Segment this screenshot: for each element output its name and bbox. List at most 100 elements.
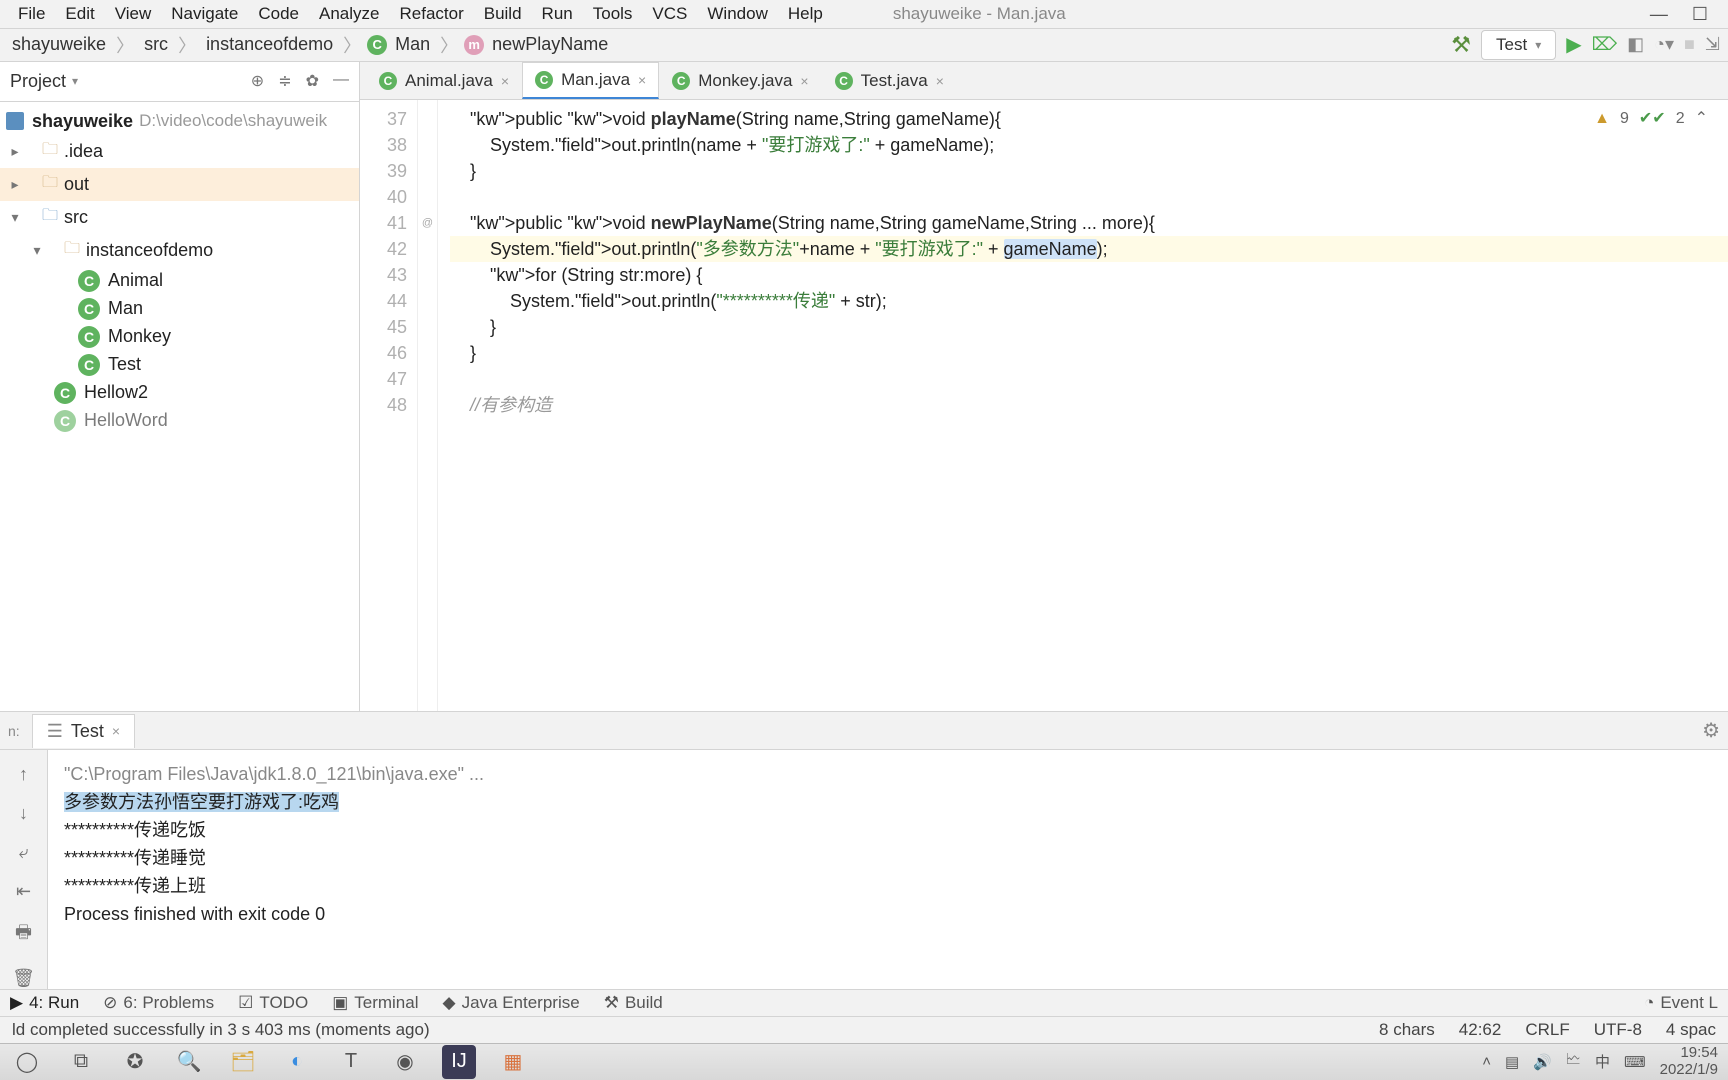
tab-todo[interactable]: ☑ TODO (238, 993, 308, 1013)
status-indent[interactable]: 4 spac (1666, 1020, 1716, 1040)
tab-event-log[interactable]: ◔ Event L (1644, 993, 1718, 1013)
tab-build[interactable]: ⚒ Build (604, 993, 663, 1013)
menu-edit[interactable]: Edit (55, 0, 104, 28)
tab-run[interactable]: ▶ 4: Run (10, 993, 79, 1013)
tab-animal[interactable]: CAnimal.java× (366, 63, 522, 99)
breadcrumb[interactable]: shayuweike〉 src〉 instanceofdemo〉 C Man〉 … (8, 32, 612, 58)
menu-file[interactable]: File (8, 0, 55, 28)
taskview-icon[interactable]: ⧉ (64, 1045, 98, 1079)
status-encoding[interactable]: UTF-8 (1594, 1020, 1642, 1040)
down-icon[interactable]: ↓ (19, 803, 28, 824)
tray-keyboard-icon[interactable]: ⌨ (1624, 1053, 1646, 1071)
tree-out[interactable]: ▸ 🗀 out (0, 168, 359, 201)
settings-icon[interactable]: ✿ (306, 71, 319, 91)
crumb-project[interactable]: shayuweike (8, 34, 110, 55)
menu-refactor[interactable]: Refactor (389, 0, 473, 28)
tree-root[interactable]: shayuweike D:\video\code\shayuweik (0, 108, 359, 135)
crumb-src[interactable]: src (140, 34, 172, 55)
build-icon[interactable]: ⚒ (1451, 32, 1471, 58)
print-icon[interactable]: 🖶 (15, 920, 32, 950)
crumb-method[interactable]: newPlayName (488, 34, 612, 55)
tab-terminal[interactable]: ▣ Terminal (332, 993, 418, 1013)
run-config-dropdown[interactable]: Test (1481, 30, 1556, 60)
up-icon[interactable]: ↑ (19, 764, 28, 785)
tab-problems[interactable]: ⊘ 6: Problems (103, 993, 214, 1013)
tree-man[interactable]: C Man (0, 295, 359, 323)
maximize-icon[interactable]: ☐ (1692, 4, 1708, 25)
close-icon[interactable]: × (936, 73, 944, 89)
tree-monkey[interactable]: C Monkey (0, 323, 359, 351)
locate-icon[interactable]: ⊕ (251, 71, 264, 91)
search-icon[interactable]: 🔍 (172, 1045, 206, 1079)
package-icon: 🗀 (64, 237, 80, 264)
tray-ime[interactable]: 中 (1595, 1051, 1610, 1072)
chevron-down-icon[interactable]: ▾ (72, 74, 78, 88)
tree-hellow2[interactable]: C Hellow2 (0, 379, 359, 407)
tab-test[interactable]: CTest.java× (822, 63, 957, 99)
close-icon[interactable]: × (501, 73, 509, 89)
console-output[interactable]: "C:\Program Files\Java\jdk1.8.0_121\bin\… (48, 750, 1728, 989)
code-content[interactable]: "kw">public "kw">void playName(String na… (438, 100, 1728, 711)
tree-helloword[interactable]: C HelloWord (0, 407, 359, 435)
tray-clock[interactable]: 19:54 2022/1/9 (1660, 1045, 1718, 1078)
start-icon[interactable]: ◯ (10, 1045, 44, 1079)
menu-build[interactable]: Build (474, 0, 532, 28)
status-position[interactable]: 42:62 (1459, 1020, 1502, 1040)
inspection-widget[interactable]: ▲9 ✔✔2 ⌃ (1594, 106, 1708, 132)
wrap-icon[interactable]: ⤶ (18, 842, 28, 863)
hide-icon[interactable]: — (333, 71, 349, 91)
menu-navigate[interactable]: Navigate (161, 0, 248, 28)
minimize-icon[interactable]: — (1650, 4, 1668, 25)
tray-volume-icon[interactable]: 🔊 (1533, 1053, 1552, 1071)
tree-animal[interactable]: C Animal (0, 267, 359, 295)
scroll-icon[interactable]: ⇤ (16, 881, 31, 902)
explorer-icon[interactable]: 🗂 (226, 1045, 260, 1079)
intellij-icon[interactable]: IJ (442, 1045, 476, 1079)
fold-column[interactable]: @ (418, 100, 438, 711)
tree-test[interactable]: C Test (0, 351, 359, 379)
tray-chevron-icon[interactable]: ˄ (1482, 1053, 1491, 1070)
vcs-update-icon[interactable]: ⇲ (1705, 34, 1720, 55)
browser-icon[interactable]: ◐ (280, 1045, 314, 1079)
tab-java-enterprise[interactable]: ◆ Java Enterprise (443, 993, 580, 1013)
stop-button[interactable]: ■ (1684, 34, 1695, 55)
status-eol[interactable]: CRLF (1525, 1020, 1569, 1040)
menu-analyze[interactable]: Analyze (309, 0, 389, 28)
menu-help[interactable]: Help (778, 0, 833, 28)
menu-tools[interactable]: Tools (583, 0, 643, 28)
project-tree[interactable]: shayuweike D:\video\code\shayuweik ▸ 🗀 .… (0, 102, 359, 441)
code-editor[interactable]: ▲9 ✔✔2 ⌃ 373839404142434445464748 @ "kw"… (360, 100, 1728, 711)
app2-icon[interactable]: ▦ (496, 1045, 530, 1079)
text-icon[interactable]: T (334, 1045, 368, 1079)
chrome-icon[interactable]: ◉ (388, 1045, 422, 1079)
tab-man[interactable]: CMan.java× (522, 62, 659, 99)
menu-run[interactable]: Run (532, 0, 583, 28)
gutter[interactable]: 373839404142434445464748 (360, 100, 418, 711)
menu-view[interactable]: View (105, 0, 162, 28)
run-tab-test[interactable]: ☰ Test × (32, 714, 135, 748)
gear-icon[interactable]: ⚙ (1702, 718, 1720, 743)
menu-window[interactable]: Window (697, 0, 777, 28)
chevron-up-icon[interactable]: ⌃ (1695, 106, 1708, 132)
tab-monkey[interactable]: CMonkey.java× (659, 63, 821, 99)
run-button[interactable]: ▶ (1566, 32, 1581, 57)
tree-idea[interactable]: ▸ 🗀 .idea (0, 135, 359, 168)
project-view-label[interactable]: Project (10, 71, 66, 92)
menu-code[interactable]: Code (248, 0, 309, 28)
tree-package[interactable]: ▾ 🗀 instanceofdemo (0, 234, 359, 267)
collapse-icon[interactable]: ≑ (278, 71, 291, 91)
crumb-class[interactable]: Man (391, 34, 434, 55)
app-icon[interactable]: ✪ (118, 1045, 152, 1079)
menu-vcs[interactable]: VCS (642, 0, 697, 28)
close-icon[interactable]: × (800, 73, 808, 89)
trash-icon[interactable]: 🗑 (12, 968, 35, 989)
coverage-button[interactable]: ◧ (1627, 34, 1644, 55)
debug-button[interactable]: ⌦ (1592, 34, 1617, 55)
close-icon[interactable]: × (638, 72, 646, 88)
close-icon[interactable]: × (112, 723, 120, 739)
tray-network-icon[interactable]: ▤ (1505, 1053, 1519, 1071)
profile-button[interactable]: ◔▾ (1654, 34, 1674, 55)
tray-battery-icon[interactable]: 🗠 (1566, 1049, 1581, 1074)
tree-src[interactable]: ▾ 🗀 src (0, 201, 359, 234)
crumb-package[interactable]: instanceofdemo (202, 34, 337, 55)
